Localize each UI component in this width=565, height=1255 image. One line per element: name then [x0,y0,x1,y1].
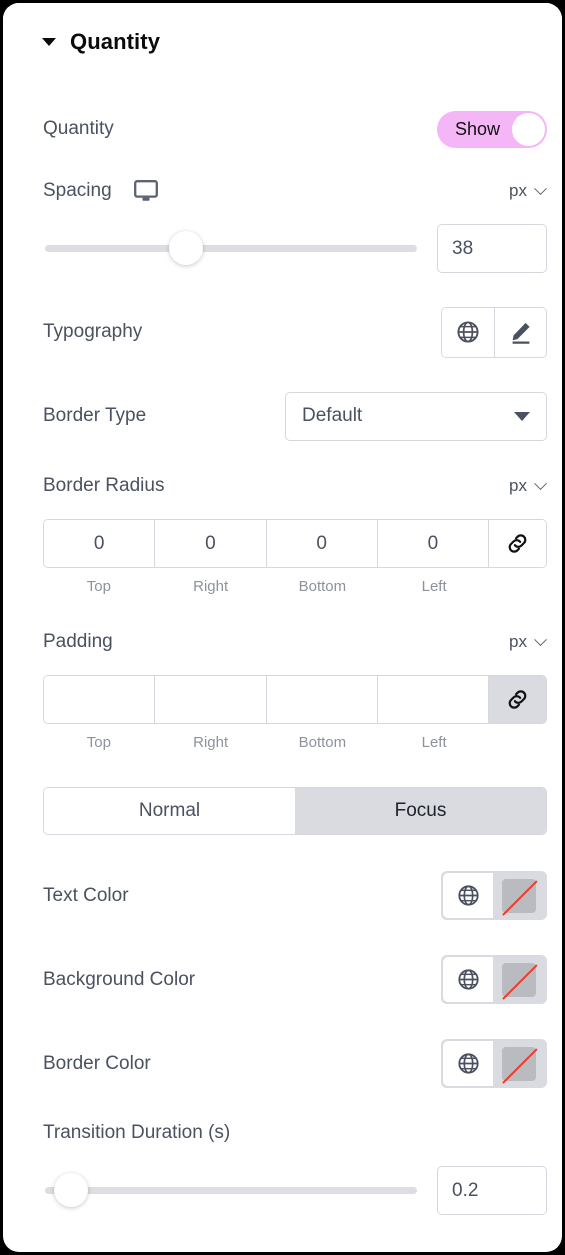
side-label-bottom: Bottom [298,734,347,751]
transition-duration-slider-thumb[interactable] [54,1173,89,1207]
border-color-control [441,1039,547,1088]
padding-inputs [43,675,547,724]
typography-label: Typography [43,321,143,342]
border-color-label: Border Color [43,1052,151,1074]
border-radius-label: Border Radius [43,475,165,496]
globe-icon[interactable] [442,307,494,357]
border-radius-right-input[interactable]: 0 [155,520,267,567]
padding-group: Top Right Bottom Left [43,675,547,751]
globe-icon[interactable] [443,1041,493,1086]
row-transition-duration-slider: 0.2 [43,1166,547,1215]
row-background-color: Background Color [43,955,547,1004]
typography-controls [441,306,547,358]
spacing-unit-value: px [509,181,527,200]
section-header-quantity[interactable]: Quantity [3,3,562,81]
row-quantity: Quantity Show [43,110,547,148]
row-border-type: Border Type Default [43,391,547,441]
desktop-monitor-icon[interactable] [133,180,158,202]
tab-focus[interactable]: Focus [295,788,546,834]
border-radius-bottom-input[interactable]: 0 [266,520,378,567]
padding-label: Padding [43,631,113,652]
side-label-top: Top [86,734,111,751]
side-label-left: Left [421,578,447,595]
state-tabs: Normal Focus [43,787,547,835]
row-typography: Typography [43,306,547,358]
no-color-slash-icon[interactable] [493,1041,545,1086]
toggle-knob[interactable] [512,112,545,146]
side-label-top: Top [86,578,111,595]
padding-left-input[interactable] [377,676,489,723]
border-type-label: Border Type [43,405,147,426]
background-color-control [441,955,547,1004]
quantity-show-toggle[interactable]: Show [437,110,547,148]
row-spacing-header: Spacing px [43,176,547,206]
transition-duration-label: Transition Duration (s) [43,1122,231,1143]
chevron-down-icon [514,411,530,421]
side-label-bottom: Bottom [298,578,347,595]
chevron-down-icon [534,632,547,646]
side-label-right: Right [193,578,229,595]
transition-duration-slider-track[interactable] [45,1187,417,1194]
text-color-control [441,871,547,920]
spacing-value-input[interactable]: 38 [437,224,547,273]
page-title: Quantity [70,29,161,54]
border-radius-unit-dropdown[interactable]: px [509,476,547,496]
padding-unit-value: px [509,632,527,651]
row-text-color: Text Color [43,871,547,920]
spacing-unit-dropdown[interactable]: px [509,181,547,201]
globe-icon[interactable] [443,957,493,1002]
quantity-label: Quantity [43,118,114,139]
padding-top-input[interactable] [44,676,156,723]
border-radius-inputs: 0 0 0 0 [43,519,547,568]
side-label-right: Right [193,734,229,751]
row-padding-header: Padding px [43,627,547,657]
border-radius-side-labels: Top Right Bottom Left [43,578,547,595]
no-color-slash-icon[interactable] [493,873,545,918]
spacing-slider-track[interactable] [45,245,417,252]
text-color-label: Text Color [43,884,129,906]
side-label-left: Left [421,734,447,751]
border-radius-top-input[interactable]: 0 [44,520,156,567]
panel-inner: Quantity Quantity Show Spacing px 38 Typ… [3,3,562,1252]
padding-bottom-input[interactable] [266,676,378,723]
padding-right-input[interactable] [155,676,267,723]
border-radius-group: 0 0 0 0 Top Right Bottom Left [43,519,547,595]
caret-down-icon[interactable] [42,38,56,46]
border-type-select[interactable]: Default [285,391,547,441]
border-type-value: Default [302,405,363,426]
spacing-label: Spacing [43,180,112,201]
background-color-label: Background Color [43,968,196,990]
spacing-slider-thumb[interactable] [169,231,204,265]
border-radius-link-icon[interactable] [489,520,546,567]
tab-normal[interactable]: Normal [44,788,295,834]
border-radius-left-input[interactable]: 0 [377,520,489,567]
row-transition-duration-header: Transition Duration (s) [43,1118,547,1148]
toggle-label: Show [455,118,501,139]
transition-duration-value-input[interactable]: 0.2 [437,1166,547,1215]
globe-icon[interactable] [443,873,493,918]
padding-link-icon[interactable] [489,676,546,723]
settings-panel: Quantity Quantity Show Spacing px 38 Typ… [0,0,565,1255]
padding-side-labels: Top Right Bottom Left [43,734,547,751]
row-spacing-slider: 38 [43,224,547,273]
no-color-slash-icon[interactable] [493,957,545,1002]
row-border-color: Border Color [43,1039,547,1088]
chevron-down-icon [534,476,547,490]
row-border-radius-header: Border Radius px [43,471,547,501]
chevron-down-icon [534,181,547,195]
pencil-edit-icon[interactable] [494,307,546,357]
padding-unit-dropdown[interactable]: px [509,632,547,652]
border-radius-unit-value: px [509,476,527,495]
